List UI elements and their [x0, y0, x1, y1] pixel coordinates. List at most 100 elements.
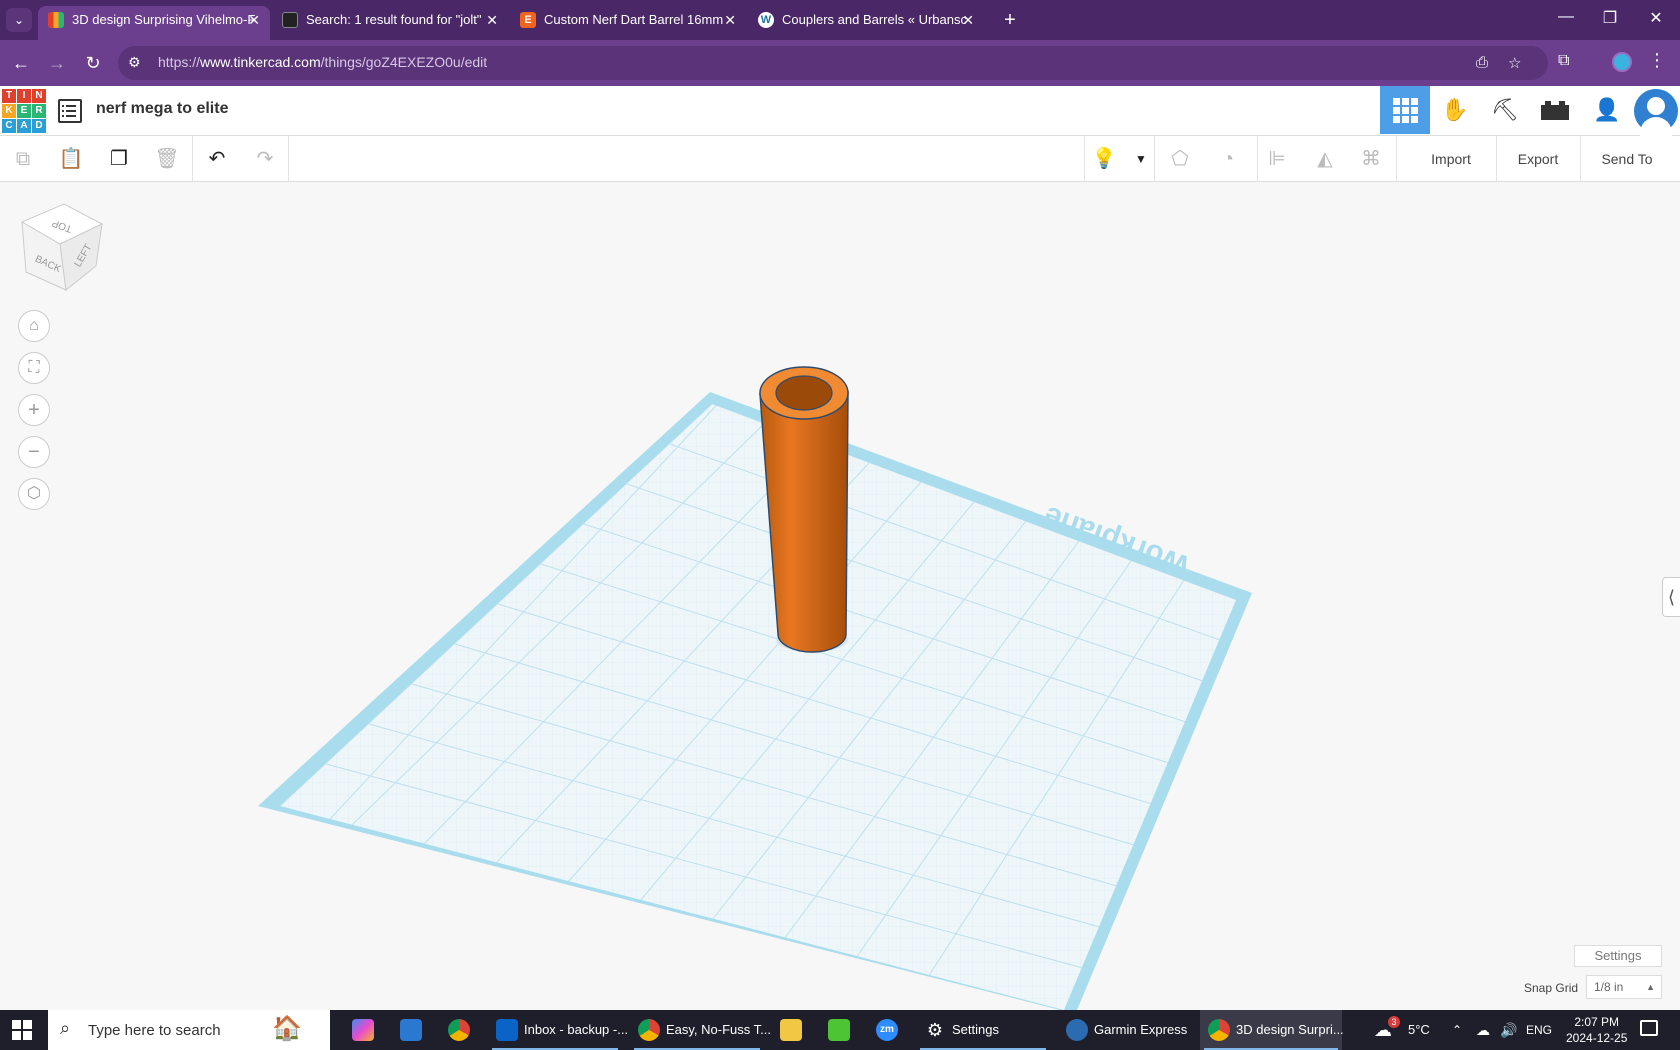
zoom-out-button[interactable]: −: [18, 436, 50, 468]
mirror-icon[interactable]: ◭: [1310, 145, 1340, 173]
minecraft-button[interactable]: ⛏: [1480, 86, 1530, 134]
taskbar-search-placeholder: Type here to search: [88, 1022, 221, 1039]
browser-tab-etsy[interactable]: E Custom Nerf Dart Barrel 16mm ✕: [510, 6, 746, 40]
weather-temperature[interactable]: 5°C: [1408, 1010, 1430, 1050]
toolbar-divider: [1257, 136, 1258, 182]
taskbar-chrome[interactable]: [440, 1010, 480, 1050]
onedrive-cloud-icon[interactable]: ☁: [1476, 1010, 1490, 1050]
browser-menu-icon[interactable]: ⋮: [1648, 50, 1666, 71]
align-icon[interactable]: ⊫: [1262, 145, 1292, 173]
fit-frame-icon: ⛶: [28, 359, 40, 376]
notifications-icon[interactable]: [1640, 1020, 1658, 1036]
extensions-icon[interactable]: ⧉: [1558, 52, 1569, 70]
import-button[interactable]: Import: [1412, 146, 1490, 172]
gear-icon: ⚙: [926, 1020, 944, 1040]
workplane-settings-button[interactable]: Settings: [1574, 945, 1662, 967]
taskbar-store[interactable]: [392, 1010, 432, 1050]
toolbar-divider: [1396, 136, 1397, 182]
taskbar-app-label: Garmin Express: [1094, 1022, 1188, 1037]
taskbar-app-green[interactable]: [820, 1010, 860, 1050]
workplane-canvas[interactable]: Workplane TOP BACK LEFT ⌂ ⛶ + − ⬡ ⟨ Sett…: [0, 182, 1680, 1010]
weather-icon[interactable]: ☁: [1374, 1010, 1392, 1050]
tab-title: Couplers and Barrels « Urbansc: [782, 12, 967, 27]
ungroup-icon[interactable]: ◔: [1213, 145, 1243, 173]
cube-icon: ⬡: [27, 485, 41, 502]
system-clock[interactable]: 2:07 PM 2024-12-25: [1566, 1014, 1627, 1046]
url-field[interactable]: ⚙ https://www.tinkercad.com/things/goZ4E…: [118, 46, 1548, 80]
logo-letter: E: [17, 104, 31, 118]
close-window-icon[interactable]: ✕: [1636, 8, 1676, 28]
chevron-down-icon[interactable]: ▼: [1126, 145, 1156, 173]
group-icon[interactable]: ⬠: [1165, 145, 1195, 173]
site-info-icon[interactable]: ⚙: [128, 54, 141, 71]
view-cube[interactable]: TOP BACK LEFT: [18, 200, 104, 296]
logo-letter: K: [2, 104, 16, 118]
logo-letter: C: [2, 119, 16, 133]
tinkercad-logo[interactable]: T I N K E R C A D: [2, 89, 46, 133]
taskbar-file-explorer[interactable]: [772, 1010, 812, 1050]
perspective-toggle-button[interactable]: ⬡: [18, 478, 50, 510]
logo-letter: N: [32, 89, 46, 103]
taskbar-zoom[interactable]: zm: [868, 1010, 908, 1050]
taskbar-copilot[interactable]: [344, 1010, 384, 1050]
brick-icon: [1541, 101, 1569, 120]
browser-tab-tinkercad[interactable]: 3D design Surprising Vihelmo-F ✕: [38, 6, 270, 40]
user-avatar[interactable]: [1634, 89, 1678, 137]
cruise-magnet-icon[interactable]: ⌘: [1356, 145, 1386, 173]
close-tab-icon[interactable]: ✕: [248, 6, 260, 34]
design-list-icon[interactable]: [58, 99, 82, 123]
duplicate-icon[interactable]: ❐: [104, 145, 134, 173]
back-arrow-icon[interactable]: ←: [8, 50, 34, 76]
minimize-icon[interactable]: —: [1546, 8, 1586, 26]
green-app-icon: [828, 1019, 850, 1041]
bricks-button[interactable]: [1530, 86, 1580, 134]
close-tab-icon[interactable]: ✕: [962, 6, 974, 34]
clock-time: 2:07 PM: [1574, 1015, 1620, 1029]
paste-icon[interactable]: 📋: [56, 145, 86, 173]
taskbar-outlook[interactable]: Inbox - backup -...: [488, 1010, 628, 1050]
tinkercad-favicon-icon: [48, 12, 64, 28]
invite-user-button[interactable]: 👤: [1582, 86, 1632, 134]
shapes-panel-toggle[interactable]: ⟨: [1662, 577, 1680, 617]
browser-tab-wordpress[interactable]: W Couplers and Barrels « Urbansc ✕: [748, 6, 984, 40]
export-button[interactable]: Export: [1502, 146, 1574, 172]
snap-grid-select[interactable]: 1/8 in ▲: [1586, 975, 1662, 999]
redo-icon[interactable]: ↷: [250, 145, 280, 173]
taskbar-garmin[interactable]: Garmin Express: [1058, 1010, 1192, 1050]
logo-letter: A: [17, 119, 31, 133]
show-hidden-icons-icon[interactable]: ⌃: [1452, 1010, 1462, 1050]
close-tab-icon[interactable]: ✕: [724, 6, 736, 34]
undo-icon[interactable]: ↶: [202, 145, 232, 173]
close-tab-icon[interactable]: ✕: [486, 6, 498, 34]
taskbar-settings[interactable]: ⚙ Settings: [916, 1010, 1050, 1050]
lightbulb-icon[interactable]: 💡: [1089, 145, 1119, 173]
send-to-button[interactable]: Send To: [1586, 146, 1668, 172]
copilot-icon: [352, 1019, 374, 1041]
logo-letter: R: [32, 104, 46, 118]
browser-profile-avatar[interactable]: [1612, 52, 1632, 72]
codeblocks-button[interactable]: ✋: [1430, 86, 1480, 134]
restore-icon[interactable]: ❐: [1590, 8, 1630, 28]
tab-search-button[interactable]: ⌄: [6, 8, 32, 32]
zoom-in-button[interactable]: +: [18, 394, 50, 426]
taskbar-chrome-window[interactable]: Easy, No-Fuss T...: [630, 1010, 771, 1050]
clock-date: 2024-12-25: [1566, 1031, 1628, 1045]
forward-arrow-icon[interactable]: →: [44, 50, 70, 76]
browser-tab-search[interactable]: Search: 1 result found for "jolt" ✕: [272, 6, 508, 40]
home-view-button[interactable]: ⌂: [18, 310, 50, 342]
install-app-icon[interactable]: ⎙: [1476, 54, 1488, 71]
volume-icon[interactable]: 🔊: [1500, 1010, 1517, 1050]
fit-view-button[interactable]: ⛶: [18, 352, 50, 384]
delete-trash-icon[interactable]: 🗑: [152, 145, 182, 173]
new-tab-button[interactable]: +: [996, 6, 1024, 34]
windows-start-icon[interactable]: [12, 1020, 32, 1040]
language-indicator[interactable]: ENG: [1526, 1010, 1552, 1050]
copy-icon[interactable]: ⧉: [8, 145, 38, 173]
chrome-profile-icon: [638, 1019, 660, 1041]
taskbar-tinkercad-window[interactable]: 3D design Surpri...: [1200, 1010, 1344, 1050]
store-icon: [400, 1019, 422, 1041]
design-title[interactable]: nerf mega to elite: [96, 100, 228, 118]
3d-design-view-button[interactable]: [1380, 86, 1430, 134]
reload-icon[interactable]: ↻: [80, 50, 106, 76]
bookmark-star-icon[interactable]: ☆: [1508, 54, 1521, 72]
